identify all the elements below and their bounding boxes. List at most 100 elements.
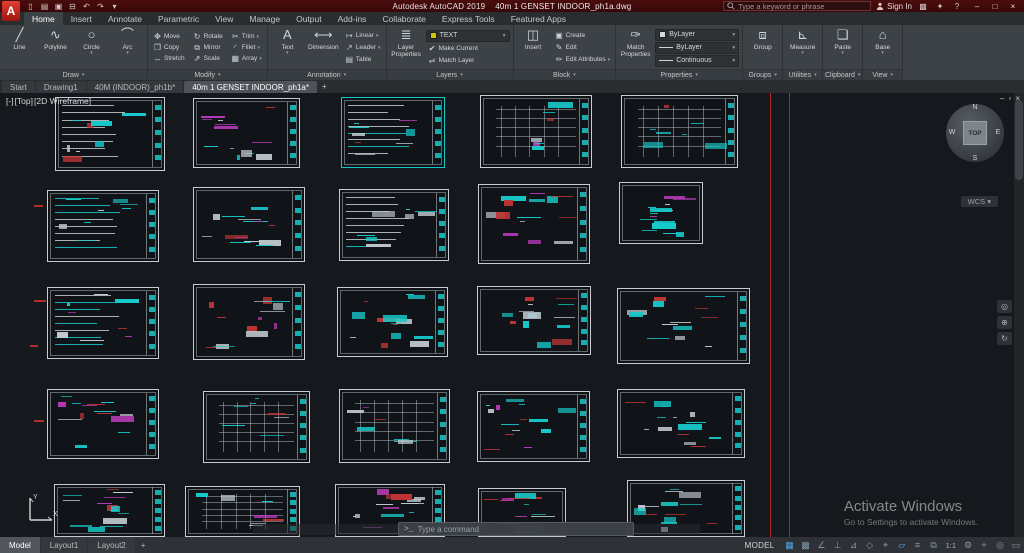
app-store-icon[interactable]: ▩ [917,2,929,11]
view-control[interactable]: [Top] [15,96,33,106]
file-tab-start[interactable]: Start [2,81,35,93]
tool-array[interactable]: ▦Array▾ [229,53,264,64]
tool-stretch[interactable]: ↔Stretch [151,53,187,64]
workspace-gear-icon[interactable]: ⚙ [960,540,976,551]
undo-icon[interactable]: ↶ [80,2,93,11]
panel-title-modify[interactable]: Modify▾ [148,69,267,80]
tool-scale[interactable]: ⇗Scale [191,53,225,64]
tool-mirror[interactable]: ⧉Mirror [191,42,225,53]
dropdown-bylayer[interactable]: ByLayer▾ [655,29,739,41]
new-file-icon[interactable]: ▯ [24,2,37,11]
orbit-icon[interactable]: ↻ [997,332,1012,345]
viewcube-top-face[interactable]: TOP [963,121,987,145]
tool-match-properties[interactable]: ✑Match Properties [619,26,652,69]
tool-measure[interactable]: ⊾Measure▾ [786,26,819,69]
infer-constraints-icon[interactable]: ∠ [814,540,830,551]
new-drawing-tab-button[interactable]: + [318,80,331,93]
tool-text[interactable]: AText▾ [271,26,304,69]
save-icon[interactable]: ▣ [52,2,65,11]
grid-icon[interactable]: ▦ [782,540,798,551]
viewport-menu-control[interactable]: [-] [6,96,14,106]
ribbon-tab-manage[interactable]: Manage [241,12,288,25]
panel-title-properties[interactable]: Properties▾ [616,69,742,80]
plot-icon[interactable]: ⊟ [66,2,79,11]
redo-icon[interactable]: ↷ [94,2,107,11]
dropdown-continuous[interactable]: Continuous▾ [655,55,739,67]
tool-polyline[interactable]: ∿Polyline [39,26,72,69]
tool-match-layer[interactable]: ⇌Match Layer [426,55,510,66]
file-tab-40m-indoor-ph1b[interactable]: 40M (INDOOR)_ph1b* [87,81,183,93]
tool-edit[interactable]: ✎Edit [553,42,613,53]
panel-title-draw[interactable]: Draw▾ [0,69,147,80]
osnap-icon[interactable]: ▱ [894,540,910,551]
scrollbar-thumb[interactable] [1015,100,1023,180]
viewcube[interactable]: N W E S TOP [946,104,1004,162]
tool-line[interactable]: ╱Line [3,26,36,69]
layout-tab-layout1[interactable]: Layout1 [41,537,87,553]
tool-trim[interactable]: ✂Trim▾ [229,31,264,42]
ribbon-tab-insert[interactable]: Insert [63,12,100,25]
dropdown-bylayer[interactable]: ByLayer▾ [655,42,739,54]
viewcube-south[interactable]: S [970,155,980,162]
polar-tracking-icon[interactable]: ⊿ [846,540,862,551]
autocad-app-button[interactable]: A [2,1,20,21]
ribbon-tab-featured-apps[interactable]: Featured Apps [503,12,574,25]
file-tab-40m-1-genset-indoor-ph1a[interactable]: 40m 1 GENSET INDOOR_ph1a* [184,81,317,93]
viewcube-west[interactable]: W [947,129,957,136]
ribbon-tab-annotate[interactable]: Annotate [100,12,150,25]
file-tab-drawing1[interactable]: Drawing1 [36,81,86,93]
panel-title-layers[interactable]: Layers▾ [387,69,513,80]
vp-minimize-icon[interactable]: – [1000,94,1004,103]
wcs-dropdown[interactable]: WCS ▾ [961,196,998,207]
ribbon-tab-view[interactable]: View [207,12,241,25]
tool-move[interactable]: ✥Move [151,31,187,42]
sign-in-button[interactable]: Sign In [876,2,912,11]
tool-fillet[interactable]: ◜Fillet▾ [229,42,264,53]
ribbon-tab-add-ins[interactable]: Add-ins [330,12,375,25]
tool-linear[interactable]: ↦Linear▾ [343,30,383,41]
ribbon-tab-home[interactable]: Home [24,12,63,25]
tool-rotate[interactable]: ↻Rotate [191,31,225,42]
tool-paste[interactable]: ❏Paste▾ [826,26,859,69]
open-file-icon[interactable]: ▤ [38,2,51,11]
command-input[interactable] [418,525,628,534]
panel-title-block[interactable]: Block▾ [514,69,616,80]
vertical-scrollbar[interactable] [1014,93,1024,537]
minimize-button[interactable]: – [968,0,986,12]
clean-screen-icon[interactable]: ▭ [1008,540,1024,551]
tool-dimension[interactable]: ⟷Dimension [307,26,340,69]
help-icon[interactable]: ? [951,2,963,11]
new-layout-button[interactable]: + [136,537,151,553]
vp-close-icon[interactable]: × [1015,94,1020,103]
snap-mode-icon[interactable]: ▩ [798,540,814,551]
layout-tab-model[interactable]: Model [0,537,40,553]
ribbon-tab-parametric[interactable]: Parametric [150,12,207,25]
wheel-icon[interactable]: ◎ [997,300,1012,313]
isodraft-icon[interactable]: ◇ [862,540,878,551]
tool-create[interactable]: ▣Create [553,30,613,41]
tool-leader[interactable]: ↗Leader▾ [343,42,383,53]
tool-circle[interactable]: ○Circle▾ [75,26,108,69]
tool-table[interactable]: ▤Table [343,54,383,65]
tool-make-current[interactable]: ✔Make Current [426,43,510,54]
ribbon-tab-output[interactable]: Output [288,12,330,25]
tool-base[interactable]: ⌂Base▾ [866,26,899,69]
tool-group[interactable]: ⧈Group [746,26,779,69]
ribbon-tab-express-tools[interactable]: Express Tools [434,12,503,25]
panel-title-clipboard[interactable]: Clipboard▾ [823,69,862,80]
panel-title-utilities[interactable]: Utilities▾ [783,69,822,80]
model-canvas[interactable]: [-][Top][2D Wireframe] – ▫ × N W E S TOP… [0,93,1024,537]
model-space-button[interactable]: MODEL [738,541,782,550]
panel-title-annotation[interactable]: Annotation▾ [268,69,386,80]
tool-copy[interactable]: ❐Copy [151,42,187,53]
lineweight-icon[interactable]: ≡ [910,540,926,550]
ribbon-tab-collaborate[interactable]: Collaborate [374,12,433,25]
isolate-objects-icon[interactable]: ◎ [992,540,1008,551]
qat-menu-icon[interactable]: ▾ [108,2,121,11]
viewcube-east[interactable]: E [993,129,1003,136]
annotation-scale-label[interactable]: 1:1 [942,541,960,550]
tool-arc[interactable]: ⌒Arc▾ [111,26,144,69]
help-search-box[interactable] [723,1,871,11]
command-line[interactable]: >_ [398,522,634,536]
close-button[interactable]: × [1004,0,1022,12]
